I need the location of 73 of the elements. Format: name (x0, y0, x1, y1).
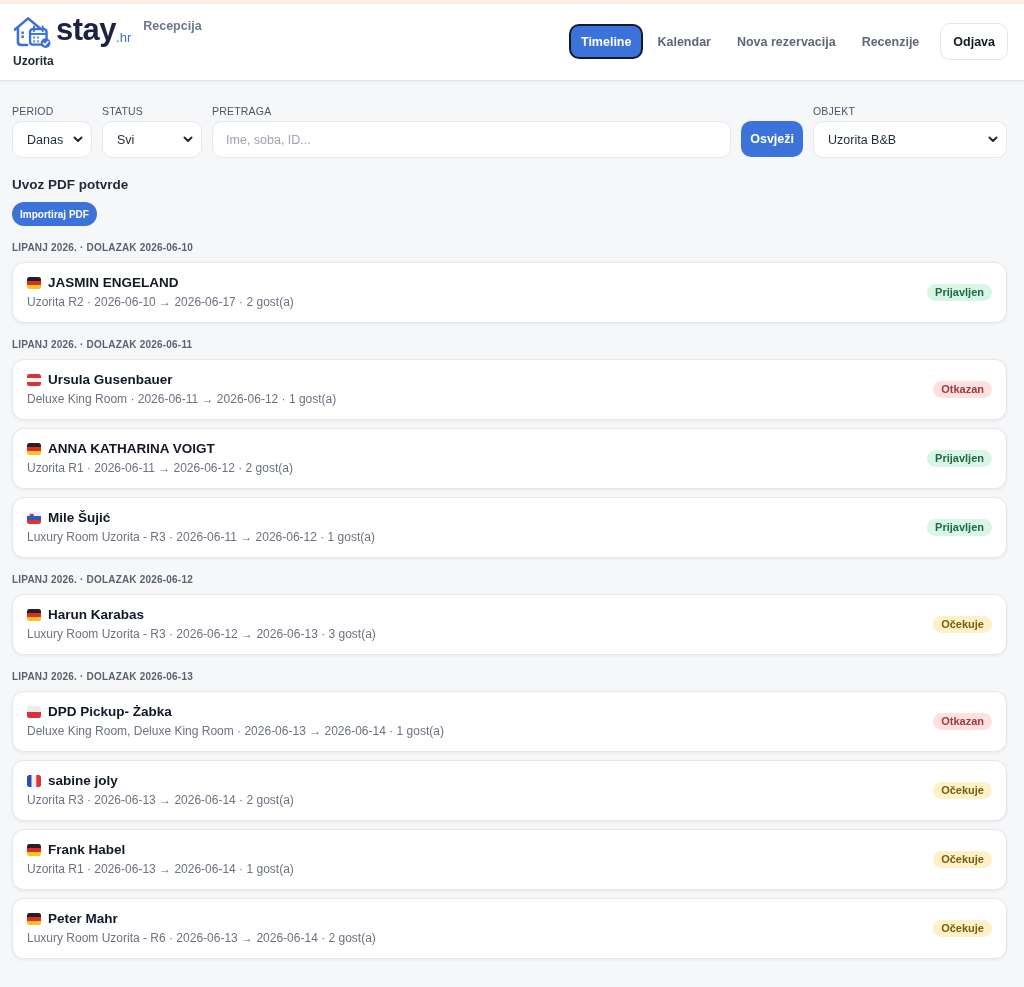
booking-card[interactable]: Peter Mahr Luxury Room Uzorita - R6 · 2026-06-13 → 2026-06-14 · 2 gost(a) Očekuje (12, 898, 1007, 959)
booking-details: Uzorita R1 · 2026-06-13 → 2026-06-14 · 1 gost(a) (27, 861, 294, 878)
booking-card[interactable]: Harun Karabas Luxury Room Uzorita - R3 · 2026-06-12 → 2026-06-13 · 3 gost(a) Očekuje (12, 594, 1007, 655)
import-pdf-button[interactable]: Importiraj PDF (12, 202, 97, 226)
guest-name: Harun Karabas (48, 606, 145, 624)
booking-details: Luxury Room Uzorita - R3 · 2026-06-11 → 2026-06-12 · 1 gost(a) (27, 529, 375, 546)
nav-tab[interactable]: Nova rezervacija (724, 24, 848, 59)
guest-name: sabine joly (48, 772, 118, 790)
booking-details: Uzorita R3 · 2026-06-13 → 2026-06-14 · 2 gost(a) (27, 792, 294, 809)
status-badge: Otkazan (933, 713, 992, 730)
section-title: Uvoz PDF potvrde (12, 177, 129, 193)
guest-name: Mile Šujić (48, 509, 111, 527)
booking-details: Luxury Room Uzorita - R3 · 2026-06-12 → 2026-06-13 · 3 gost(a) (27, 626, 376, 643)
booking-card[interactable]: Ursula Gusenbauer Deluxe King Room · 2026-06-11 → 2026-06-12 · 1 gost(a) Otkazan (12, 359, 1007, 420)
period-select[interactable]: Danas (12, 121, 92, 158)
group-heading: LIPANJ 2026. · DOLAZAK 2026-06-11 (12, 339, 194, 351)
field-label: OBJEKT (813, 105, 857, 117)
status-badge: Prijavljen (927, 450, 992, 467)
section-label: Recepcija (143, 19, 202, 34)
booking-card[interactable]: ANNA KATHARINA VOIGT Uzorita R1 · 2026-06-11 → 2026-06-12 · 2 gost(a) Prijavljen (12, 428, 1007, 489)
refresh-button[interactable]: Osvježi (741, 121, 803, 157)
booking-details: Uzorita R1 · 2026-06-11 → 2026-06-12 · 2 gost(a) (27, 460, 293, 477)
booking-card[interactable]: Frank Habel Uzorita R1 · 2026-06-13 → 2026-06-14 · 1 gost(a) Očekuje (12, 829, 1007, 890)
property-name: Uzorita (13, 54, 54, 68)
group-heading: LIPANJ 2026. · DOLAZAK 2026-06-12 (12, 574, 194, 586)
field-label: PERIOD (12, 105, 55, 117)
guest-name: Frank Habel (48, 841, 126, 859)
flag-icon (27, 609, 41, 621)
flag-icon (27, 913, 41, 925)
nav-tab[interactable]: Timeline (568, 24, 644, 59)
logout-button[interactable]: Odjava (940, 23, 1008, 60)
status-badge: Očekuje (933, 616, 992, 633)
status-badge: Prijavljen (927, 519, 992, 536)
flag-icon (27, 374, 41, 386)
booking-details: Deluxe King Room, Deluxe King Room · 2026-06-13 → 2026-06-14 · 1 gost(a) (27, 723, 444, 740)
field-label: STATUS (102, 105, 145, 117)
status-badge: Očekuje (933, 851, 992, 868)
nav-tab[interactable]: Kalendar (645, 24, 723, 59)
field-label: PRETRAGA (212, 105, 273, 117)
house-calendar-icon (12, 15, 52, 48)
nav-tab[interactable]: Recenzije (849, 24, 932, 59)
booking-card[interactable]: Mile Šujić Luxury Room Uzorita - R3 · 2026-06-11 → 2026-06-12 · 1 gost(a) Prijavljen (12, 497, 1007, 558)
booking-details: Uzorita R2 · 2026-06-10 → 2026-06-17 · 2 gost(a) (27, 294, 294, 311)
guest-name: Ursula Gusenbauer (48, 371, 173, 389)
search-field[interactable]: Ime, soba, ID... (212, 121, 732, 158)
flag-icon (27, 512, 41, 524)
brand-domain: .hr (116, 31, 132, 45)
status-badge: Otkazan (933, 381, 992, 398)
property-select[interactable]: Uzorita B&B (813, 121, 1007, 158)
flag-icon (27, 443, 41, 455)
flag-icon (27, 775, 41, 787)
status-badge: Prijavljen (927, 284, 992, 301)
status-badge: Očekuje (933, 782, 992, 799)
group-heading: LIPANJ 2026. · DOLAZAK 2026-06-13 (12, 671, 194, 683)
booking-card[interactable]: DPD Pickup- Żabka Deluxe King Room, Deluxe King Room · 2026-06-13 → 2026-06-14 · 1 gost(a) Otkazan (12, 691, 1007, 752)
chevron-down-icon (183, 136, 193, 143)
status-badge: Očekuje (933, 920, 992, 937)
status-select[interactable]: Svi (102, 121, 202, 158)
chevron-down-icon (73, 136, 83, 143)
flag-icon (27, 844, 41, 856)
flag-icon (27, 706, 41, 718)
flag-icon (27, 277, 41, 289)
chevron-down-icon (988, 136, 998, 143)
guest-name: DPD Pickup- Żabka (48, 703, 172, 721)
booking-card[interactable]: JASMIN ENGELAND Uzorita R2 · 2026-06-10 → 2026-06-17 · 2 gost(a) Prijavljen (12, 262, 1007, 323)
booking-details: Deluxe King Room · 2026-06-11 → 2026-06-12 · 1 gost(a) (27, 391, 337, 408)
booking-details: Luxury Room Uzorita - R6 · 2026-06-13 → 2026-06-14 · 2 gost(a) (27, 930, 376, 947)
guest-name: JASMIN ENGELAND (48, 274, 179, 292)
booking-card[interactable]: sabine joly Uzorita R3 · 2026-06-13 → 2026-06-14 · 2 gost(a) Očekuje (12, 760, 1007, 821)
guest-name: Peter Mahr (48, 910, 118, 928)
guest-name: ANNA KATHARINA VOIGT (48, 440, 215, 458)
brand-name: stay (56, 15, 117, 45)
group-heading: LIPANJ 2026. · DOLAZAK 2026-06-10 (12, 242, 194, 254)
